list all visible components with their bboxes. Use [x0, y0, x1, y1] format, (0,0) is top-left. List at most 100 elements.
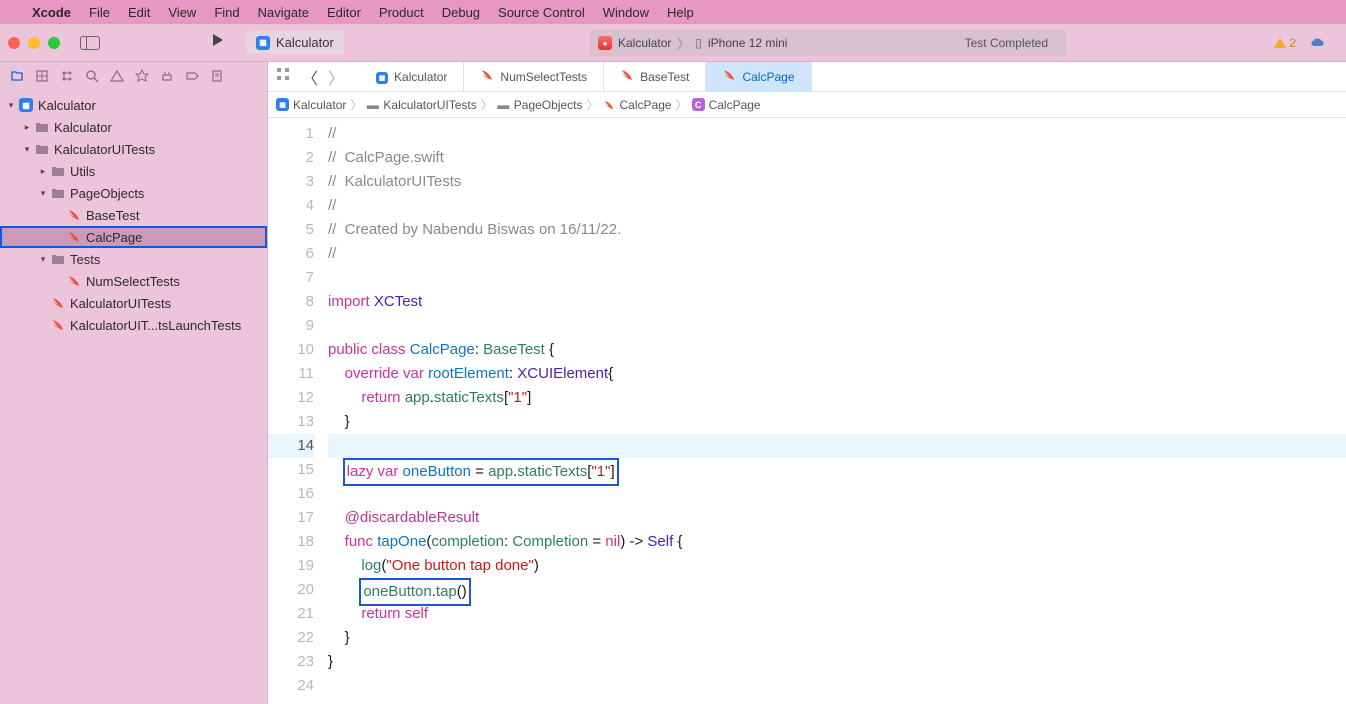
project-title: ▦ Kalculator — [246, 31, 344, 54]
folder-icon — [50, 185, 66, 201]
swift-file-icon — [66, 273, 82, 289]
swift-file-icon — [66, 207, 82, 223]
scheme-separator: 〉 — [677, 35, 689, 52]
menu-app[interactable]: Xcode — [32, 5, 71, 20]
toggle-navigator-icon[interactable] — [80, 36, 100, 50]
forward-button[interactable]: 〉 — [328, 65, 344, 89]
find-navigator-icon[interactable] — [85, 69, 99, 83]
cloud-status-icon[interactable] — [1310, 37, 1328, 49]
report-navigator-icon[interactable] — [210, 69, 224, 83]
menu-debug[interactable]: Debug — [442, 5, 480, 20]
folder-icon — [50, 251, 66, 267]
menu-help[interactable]: Help — [667, 5, 694, 20]
test-navigator-icon[interactable] — [135, 69, 149, 83]
project-navigator-icon[interactable] — [10, 69, 24, 83]
activity-view[interactable]: ● Kalculator 〉 ▯ iPhone 12 mini Test Com… — [590, 30, 1066, 56]
menu-editor[interactable]: Editor — [327, 5, 361, 20]
editor-tab-bar: 〈 〉 ▦Kalculator NumSelectTests BaseTest Cal… — [268, 62, 1346, 92]
close-window-button[interactable] — [8, 37, 20, 49]
swift-file-icon — [66, 229, 82, 245]
tab-label: NumSelectTests — [500, 70, 587, 84]
scheme-name: Kalculator — [618, 36, 671, 50]
menu-view[interactable]: View — [168, 5, 196, 20]
debug-navigator-icon[interactable] — [160, 69, 174, 83]
source-control-navigator-icon[interactable] — [35, 69, 49, 83]
scheme-icon: ● — [598, 36, 612, 50]
tab-label: CalcPage — [742, 70, 794, 84]
project-icon: ▦ — [376, 72, 388, 84]
swift-file-icon — [50, 295, 66, 311]
editor-tab-calcpage[interactable]: CalcPage — [706, 62, 811, 92]
editor-area: 〈 〉 ▦KalculatorNumSelectTestsBaseTestCal… — [268, 62, 1346, 704]
back-button[interactable]: 〈 — [302, 65, 318, 89]
tab-label: BaseTest — [640, 70, 689, 84]
line-gutter: 123456789101112131415161718192021222324 — [268, 118, 328, 704]
project-icon: ▦ — [376, 69, 388, 84]
tree-item-calcpage[interactable]: CalcPage — [0, 226, 267, 248]
menu-find[interactable]: Find — [214, 5, 239, 20]
tree-label: Utils — [70, 164, 95, 179]
minimize-window-button[interactable] — [28, 37, 40, 49]
tree-root[interactable]: ▾ ▦ Kalculator — [0, 94, 267, 116]
symbol-navigator-icon[interactable] — [60, 69, 74, 83]
jumpbar-item[interactable]: Kalculator — [293, 98, 346, 112]
jumpbar-item[interactable]: KalculatorUITests — [383, 98, 476, 112]
tree-item-kalculatoruitests[interactable]: KalculatorUITests — [0, 292, 267, 314]
tree-label: KalculatorUITests — [54, 142, 155, 157]
window-controls — [8, 37, 60, 49]
tree-item-kalculatoruitests[interactable]: ▾ KalculatorUITests — [0, 138, 267, 160]
tree-item-numselecttests[interactable]: NumSelectTests — [0, 270, 267, 292]
swift-file-icon — [722, 68, 736, 85]
code-content[interactable]: //// CalcPage.swift// KalculatorUITests/… — [328, 118, 1346, 704]
menu-product[interactable]: Product — [379, 5, 424, 20]
project-name: Kalculator — [276, 35, 334, 50]
swift-file-icon — [620, 68, 634, 85]
class-icon: C — [692, 98, 705, 111]
tree-label: KalculatorUITests — [70, 296, 171, 311]
jumpbar-item[interactable]: PageObjects — [514, 98, 583, 112]
editor-tab-numselecttests[interactable]: NumSelectTests — [464, 62, 604, 92]
disclosure-icon[interactable]: ▾ — [6, 100, 16, 111]
warnings-indicator[interactable]: 2 — [1273, 36, 1296, 50]
editor-tab-basetest[interactable]: BaseTest — [604, 62, 706, 92]
breakpoint-navigator-icon[interactable] — [185, 69, 199, 83]
warning-icon — [1273, 36, 1287, 50]
device-icon: ▯ — [695, 36, 702, 50]
editor-tab-kalculator[interactable]: ▦Kalculator — [360, 62, 464, 92]
tree-label: KalculatorUIT...tsLaunchTests — [70, 318, 241, 333]
warning-count: 2 — [1289, 36, 1296, 50]
jump-bar[interactable]: ▦ Kalculator 〉 ▬ KalculatorUITests 〉 ▬ P… — [268, 92, 1346, 118]
tree-item-utils[interactable]: ▸ Utils — [0, 160, 267, 182]
menu-window[interactable]: Window — [603, 5, 649, 20]
menu-source-control[interactable]: Source Control — [498, 5, 585, 20]
tree-item-pageobjects[interactable]: ▾ PageObjects — [0, 182, 267, 204]
folder-icon — [34, 119, 50, 135]
tree-item-kalculator[interactable]: ▸ Kalculator — [0, 116, 267, 138]
disclosure-icon[interactable]: ▾ — [38, 254, 48, 265]
tree-item-kalculatoruit---tslaunchtests[interactable]: KalculatorUIT...tsLaunchTests — [0, 314, 267, 336]
tree-label: CalcPage — [86, 230, 142, 245]
jumpbar-item[interactable]: CalcPage — [620, 98, 672, 112]
related-items-icon[interactable] — [276, 67, 290, 86]
tree-label: Kalculator — [54, 120, 112, 135]
disclosure-icon[interactable]: ▸ — [22, 122, 32, 133]
tree-label: PageObjects — [70, 186, 144, 201]
disclosure-icon[interactable]: ▸ — [38, 166, 48, 177]
swift-file-icon — [480, 68, 494, 85]
tree-item-tests[interactable]: ▾ Tests — [0, 248, 267, 270]
disclosure-icon[interactable]: ▾ — [38, 188, 48, 199]
tree-item-basetest[interactable]: BaseTest — [0, 204, 267, 226]
tree-label: Tests — [70, 252, 100, 267]
menu-file[interactable]: File — [89, 5, 110, 20]
folder-icon: ▬ — [497, 98, 510, 111]
source-editor[interactable]: 123456789101112131415161718192021222324 … — [268, 118, 1346, 704]
tree-label: Kalculator — [38, 98, 96, 113]
menu-edit[interactable]: Edit — [128, 5, 150, 20]
jumpbar-item[interactable]: CalcPage — [709, 98, 761, 112]
zoom-window-button[interactable] — [48, 37, 60, 49]
menu-navigate[interactable]: Navigate — [258, 5, 309, 20]
project-icon: ▦ — [256, 36, 270, 50]
disclosure-icon[interactable]: ▾ — [22, 144, 32, 155]
issue-navigator-icon[interactable] — [110, 69, 124, 83]
run-button[interactable] — [210, 32, 226, 53]
